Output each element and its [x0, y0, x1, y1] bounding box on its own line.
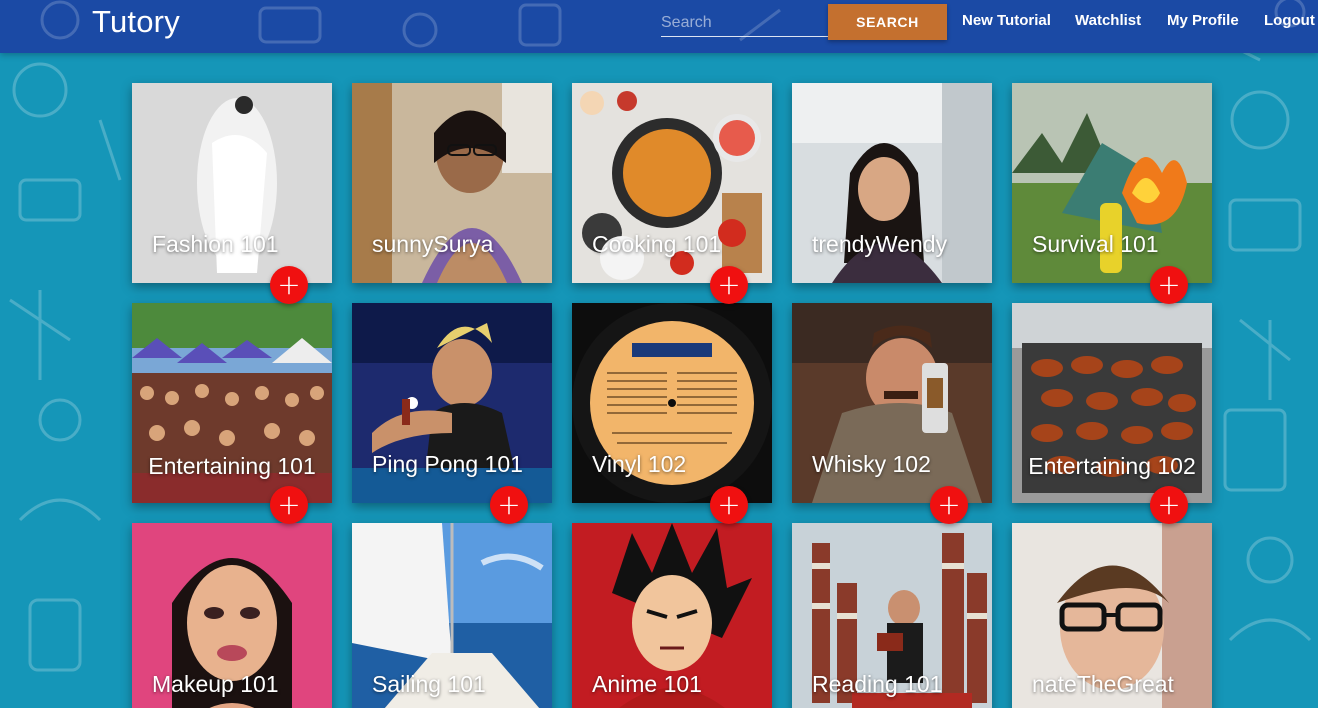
search-input[interactable]	[661, 9, 829, 37]
add-to-watchlist-button[interactable]: +	[1150, 266, 1188, 304]
card-title: Whisky 102	[812, 451, 931, 477]
tutorial-card[interactable]: Fashion 101 +	[132, 83, 332, 304]
card-title: trendyWendy	[812, 231, 948, 257]
card-title: Reading 101	[812, 671, 943, 697]
card-title: Anime 101	[592, 671, 702, 697]
card-title: Fashion 101	[152, 231, 279, 257]
add-to-watchlist-button[interactable]: +	[270, 486, 308, 524]
tutorial-card[interactable]: Entertaining 101 +	[132, 303, 332, 524]
navbar: Tutory SEARCH New Tutorial Watchlist My …	[0, 0, 1318, 53]
tutorial-card[interactable]: Entertaining 102 +	[1012, 303, 1212, 524]
tutorial-card[interactable]: Cooking 101 +	[572, 83, 772, 304]
card-title: nateTheGreat	[1032, 671, 1174, 697]
nav-link-new-tutorial[interactable]: New Tutorial	[962, 12, 1051, 29]
brand-logo[interactable]: Tutory	[92, 4, 180, 40]
nav-link-my-profile[interactable]: My Profile	[1167, 12, 1239, 29]
tutorial-card[interactable]: Makeup 101	[132, 523, 332, 708]
card-title: Sailing 101	[372, 671, 486, 697]
card-title: Ping Pong 101	[372, 451, 523, 477]
tutorial-card[interactable]: nateTheGreat	[1012, 523, 1212, 708]
search-button[interactable]: SEARCH	[828, 4, 947, 40]
card-title: Entertaining 102	[1028, 453, 1196, 479]
card-title: Entertaining 101	[148, 453, 316, 479]
add-to-watchlist-button[interactable]: +	[270, 266, 308, 304]
tutorial-card[interactable]: Vinyl 102 +	[572, 303, 772, 524]
add-to-watchlist-button[interactable]: +	[710, 266, 748, 304]
tutorial-card[interactable]: Whisky 102 +	[792, 303, 992, 524]
card-title: sunnySurya	[372, 231, 494, 257]
tutorial-grid: Fashion 101 + sunnySurya Cooking 101 + t…	[0, 0, 1318, 708]
tutorial-card[interactable]: Sailing 101	[352, 523, 552, 708]
nav-link-watchlist[interactable]: Watchlist	[1075, 12, 1141, 29]
card-title: Makeup 101	[152, 671, 279, 697]
card-title: Cooking 101	[592, 231, 722, 257]
add-to-watchlist-button[interactable]: +	[1150, 486, 1188, 524]
tutorial-card[interactable]: sunnySurya	[352, 83, 552, 283]
tutorial-card[interactable]: Reading 101	[792, 523, 992, 708]
tutorial-card[interactable]: trendyWendy	[792, 83, 992, 283]
add-to-watchlist-button[interactable]: +	[930, 486, 968, 524]
card-title: Survival 101	[1032, 231, 1159, 257]
tutorial-card[interactable]: Anime 101	[572, 523, 772, 708]
add-to-watchlist-button[interactable]: +	[710, 486, 748, 524]
tutorial-card[interactable]: Survival 101 +	[1012, 83, 1212, 304]
card-title: Vinyl 102	[592, 451, 687, 477]
nav-link-logout[interactable]: Logout	[1264, 12, 1315, 29]
tutorial-card[interactable]: Ping Pong 101 +	[352, 303, 552, 524]
add-to-watchlist-button[interactable]: +	[490, 486, 528, 524]
